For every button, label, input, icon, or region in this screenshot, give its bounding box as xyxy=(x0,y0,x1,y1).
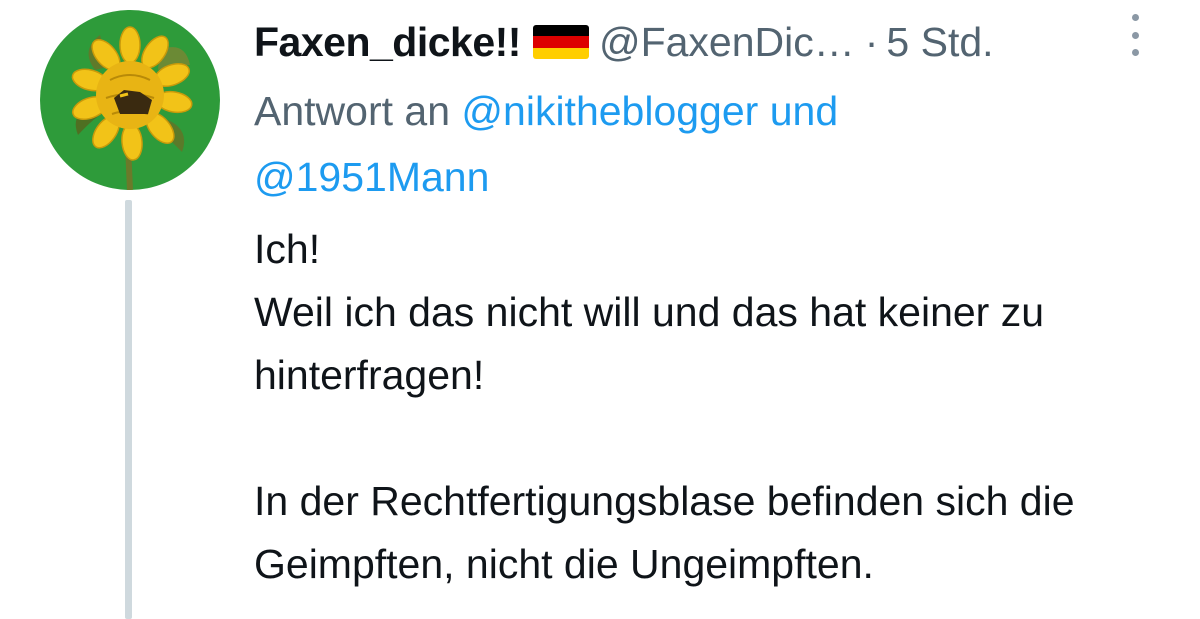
tweet[interactable]: Faxen_dicke!! @FaxenDic… · 5 Std. Antwor… xyxy=(0,0,1200,619)
sunflower-avatar-image xyxy=(40,10,220,190)
reply-context: Antwort an @nikitheblogger und @1951Mann xyxy=(254,78,1014,210)
tweet-text-line: Weil ich das nicht will und das hat kein… xyxy=(254,289,1045,398)
thread-line xyxy=(125,200,132,619)
display-name[interactable]: Faxen_dicke!! xyxy=(254,19,521,66)
tweet-text-line: In der Rechtfertigungsblase befinden sic… xyxy=(254,478,1075,587)
avatar[interactable] xyxy=(40,10,220,190)
germany-flag-icon xyxy=(532,25,589,59)
handle[interactable]: @FaxenDic… xyxy=(599,19,855,66)
reply-conjunction[interactable]: und xyxy=(770,88,838,134)
tweet-header: Faxen_dicke!! @FaxenDic… · 5 Std. xyxy=(254,14,994,70)
separator-dot: · xyxy=(864,18,879,65)
tweet-text-line: Ich! xyxy=(254,226,321,272)
more-vertical-icon[interactable] xyxy=(1120,12,1150,58)
mention-link-nikitheblogger[interactable]: @nikitheblogger xyxy=(461,88,758,134)
mention-link-1951mann[interactable]: @1951Mann xyxy=(254,154,489,200)
reply-prefix: Antwort an xyxy=(254,88,450,134)
tweet-text: Ich! Weil ich das nicht will und das hat… xyxy=(254,218,1184,596)
timestamp[interactable]: 5 Std. xyxy=(886,19,993,66)
